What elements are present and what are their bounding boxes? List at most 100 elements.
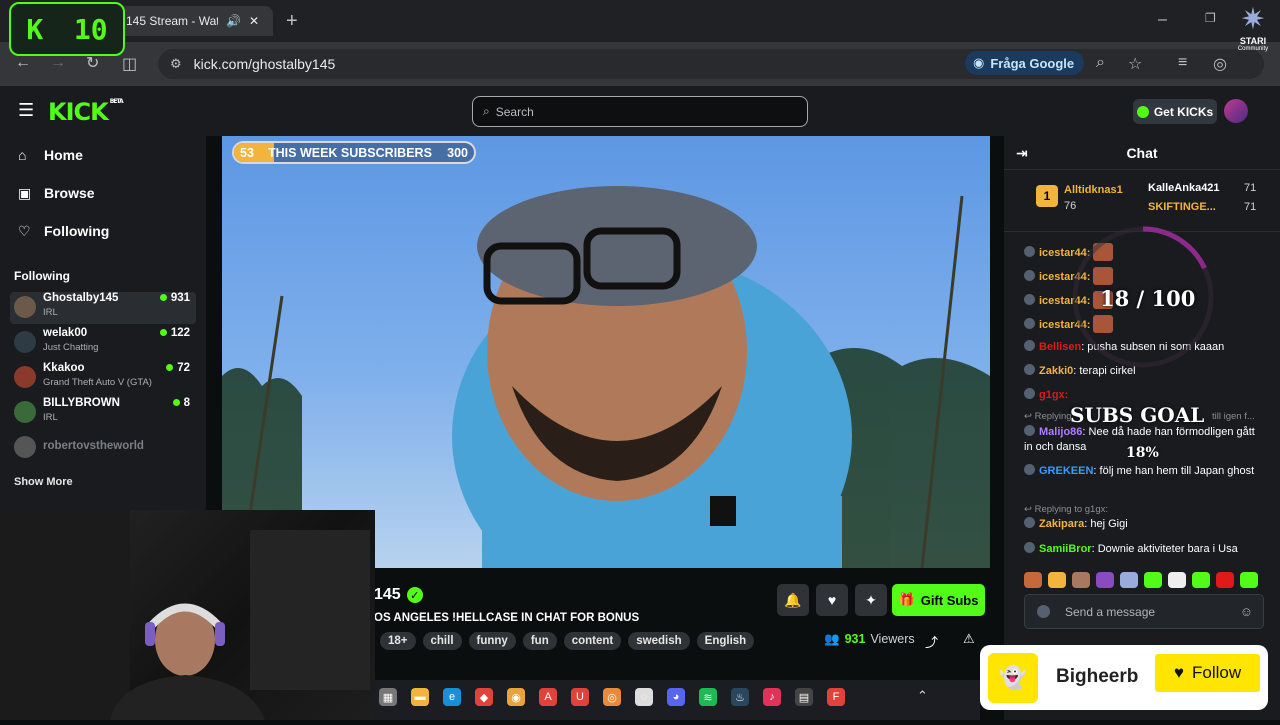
collapse-chat-icon[interactable]: ⇥ [1016, 145, 1028, 162]
new-tab-icon[interactable]: + [286, 10, 298, 33]
subs-bar-label: THIS WEEK SUBSCRIBERS [268, 145, 432, 160]
search-input[interactable]: ⌕ Search [472, 96, 808, 127]
star-icon: ✷ [1240, 3, 1266, 36]
notification-bell-button[interactable]: 🔔 [777, 584, 809, 616]
user-badge-icon [1024, 246, 1035, 257]
speaker-icon[interactable]: 🔊 [226, 14, 241, 28]
emote-icon[interactable] [1192, 572, 1210, 588]
top-gifter-name[interactable]: Alltidknas1 [1064, 184, 1123, 196]
spotify-icon[interactable]: ≋ [699, 688, 717, 706]
reply-context: ↩ Replying [1024, 411, 1072, 422]
rank-badge: 1 [1036, 185, 1058, 207]
emote-icon[interactable] [1168, 572, 1186, 588]
emote-icon[interactable] [1120, 572, 1138, 588]
browser-tab[interactable]: 145 Stream - Wat 🔊 ✕ [108, 6, 273, 36]
emote-icon[interactable] [1024, 572, 1042, 588]
show-more-link[interactable]: Show More [14, 476, 73, 488]
third-gifter-name[interactable]: SKIFTINGE... [1148, 201, 1216, 213]
nav-following[interactable]: ♡ Following [0, 212, 206, 250]
tag-chip[interactable]: funny [468, 632, 516, 650]
emote-icon[interactable] [1096, 572, 1114, 588]
app-icon[interactable]: ◌ [635, 688, 653, 706]
subs-goal-percent: 18% [1126, 445, 1159, 461]
tiktok-icon[interactable]: ♪ [763, 688, 781, 706]
app-icon[interactable]: A [539, 688, 557, 706]
emote-icon[interactable] [1072, 572, 1090, 588]
back-icon[interactable]: ← [15, 54, 31, 72]
user-badge-icon [1024, 542, 1035, 553]
emote-icon[interactable] [1048, 572, 1066, 588]
chat-message: SamiiBror: Downie aktiviteter bara i Usa [1024, 542, 1264, 557]
streamer-name[interactable]: 145 ✓ [374, 586, 423, 604]
emote-icon[interactable] [1240, 572, 1258, 588]
tag-chip[interactable]: fun [522, 632, 557, 650]
reply-context: ↩ Replying to g1gx: [1024, 504, 1109, 515]
tag-chip[interactable]: chill [422, 632, 462, 650]
sparkle-icon: ✦ [865, 591, 877, 608]
following-header: Following [14, 269, 70, 283]
nav-browse[interactable]: ▣ Browse [0, 174, 206, 212]
subscribers-goal-bar: 53 THIS WEEK SUBSCRIBERS 300 [232, 141, 476, 164]
following-item[interactable]: welak00 Just Chatting 122 [10, 327, 196, 359]
site-info-icon[interactable]: ⚙ [170, 56, 182, 72]
gift-subs-button[interactable]: 🎁 Gift Subs [892, 584, 985, 616]
kicks-coin-icon [1136, 105, 1149, 118]
emoji-icon[interactable]: ☺ [1240, 604, 1253, 619]
get-kicks-button[interactable]: Get KICKs [1133, 99, 1217, 124]
second-gifter-name[interactable]: KalleAnka421 [1148, 182, 1220, 194]
share-icon[interactable]: ⤴ [925, 632, 938, 651]
app-icon[interactable]: U [571, 688, 589, 706]
menu-icon[interactable]: ☰ [18, 100, 34, 121]
nav-home[interactable]: ⌂ Home [0, 136, 206, 174]
stream-tags: 18+ chill funny fun content swedish English [380, 632, 755, 650]
media-control-icon[interactable]: ≡ [1178, 54, 1187, 72]
follow-alert-button: ♥ Follow [1155, 654, 1260, 692]
emote-icon[interactable] [1216, 572, 1234, 588]
stari-logo: ✷ STARI Community [1228, 4, 1278, 70]
emote-bar [1024, 572, 1264, 590]
user-avatar[interactable] [1224, 99, 1248, 123]
app-icon[interactable]: ▤ [795, 688, 813, 706]
zoom-search-icon[interactable]: ⌕ [1096, 54, 1105, 72]
search-icon: ⌕ [483, 104, 490, 118]
app-icon[interactable]: F [827, 688, 845, 706]
emote-icon[interactable] [1144, 572, 1162, 588]
profile-icon[interactable]: ◎ [1213, 54, 1227, 74]
following-item[interactable]: Ghostalby145 IRL 931 [10, 292, 196, 324]
steam-icon[interactable]: ♨ [731, 688, 749, 706]
file-explorer-icon[interactable]: ▬ [411, 688, 429, 706]
tray-expand-icon[interactable]: ⌃ [917, 688, 928, 704]
following-item[interactable]: BILLYBROWN IRL 8 [10, 397, 196, 429]
close-tab-icon[interactable]: ✕ [249, 14, 259, 28]
following-item[interactable]: Kkakoo Grand Theft Auto V (GTA) 72 [10, 362, 196, 394]
tag-chip[interactable]: content [563, 632, 622, 650]
restore-icon[interactable]: ❐ [1205, 11, 1216, 25]
chat-message: g1gx: [1024, 388, 1264, 403]
kick-logo[interactable]: KICK BETA [48, 98, 124, 126]
viewer-count: 👥 931 Viewers [824, 632, 915, 646]
app-icon[interactable]: ◆ [475, 688, 493, 706]
edge-icon[interactable]: e [443, 688, 461, 706]
sparkle-button[interactable]: ✦ [855, 584, 887, 616]
bookmark-star-icon[interactable]: ☆ [1128, 54, 1142, 74]
ask-google-button[interactable]: ◉ Fråga Google [965, 51, 1085, 75]
minimize-icon[interactable]: – [1158, 11, 1167, 29]
user-badge-icon [1037, 605, 1050, 618]
reload-icon[interactable]: ↻ [86, 53, 99, 73]
tag-chip[interactable]: 18+ [380, 632, 416, 650]
task-view-icon[interactable]: ▦ [379, 688, 397, 706]
video-player[interactable] [222, 136, 990, 568]
tag-chip[interactable]: swedish [628, 632, 690, 650]
chat-input[interactable]: Send a message ☺ [1024, 594, 1264, 629]
discord-icon[interactable]: ◕ [667, 688, 685, 706]
tag-chip[interactable]: English [696, 632, 755, 650]
follow-heart-button[interactable]: ♥ [816, 584, 848, 616]
heart-icon: ♥ [1173, 663, 1184, 682]
app-icon[interactable]: ◎ [603, 688, 621, 706]
subs-bar-target: 300 [447, 145, 468, 160]
split-view-icon[interactable]: ◫ [122, 54, 137, 74]
chrome-icon[interactable]: ◉ [507, 688, 525, 706]
forward-icon[interactable]: → [50, 54, 66, 72]
following-item[interactable]: robertovstheworld [10, 432, 196, 464]
report-icon[interactable]: ⚠ [963, 631, 975, 647]
